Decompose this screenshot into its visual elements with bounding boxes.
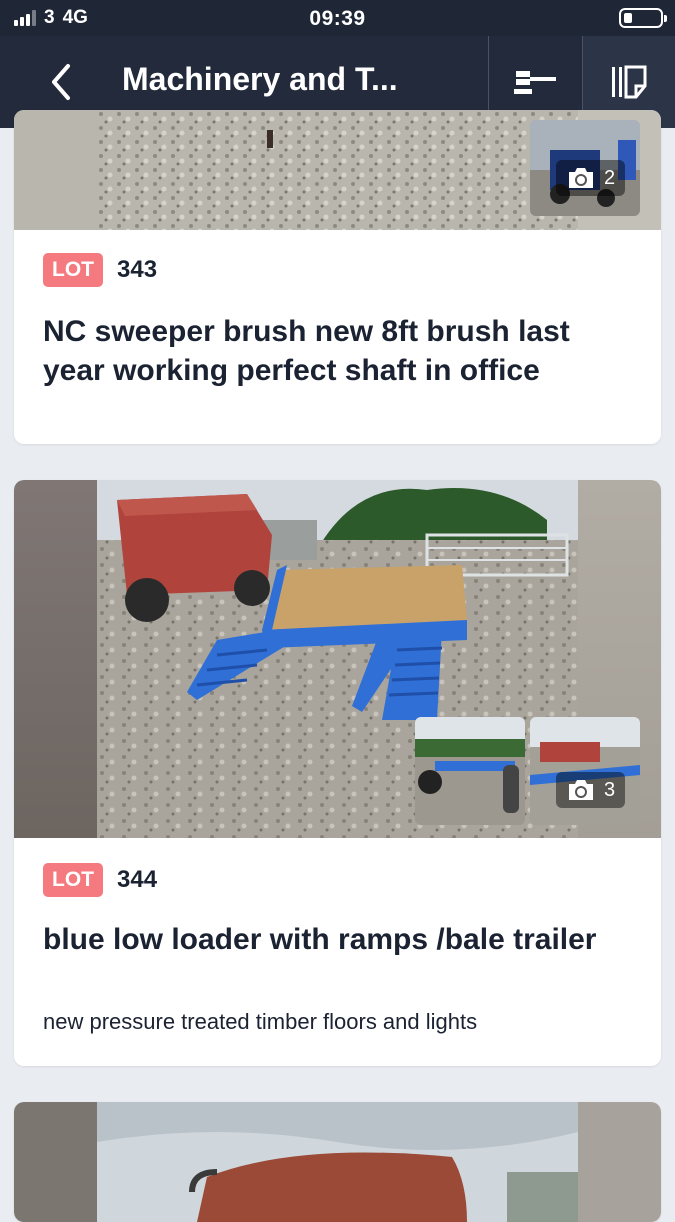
lot-number: 344 <box>117 866 158 893</box>
photo-count-badge: 2 <box>556 160 626 196</box>
photo-count-badge: 3 <box>556 772 626 808</box>
photo-count: 2 <box>604 166 616 189</box>
page-title: Machinery and T... <box>122 61 398 97</box>
status-time: 09:39 <box>309 7 366 30</box>
lot-card[interactable]: 2 LOT 343 NC sweeper brush new 8ft brush… <box>14 110 661 444</box>
status-bar: 3 4G 09:39 <box>0 0 675 36</box>
lot-badge: LOT <box>43 253 103 287</box>
camera-icon <box>569 168 593 188</box>
lot-card[interactable]: 3 LOT 344 blue low loader with ramps /ba… <box>14 480 661 1066</box>
lot-header: LOT 343 <box>43 253 157 287</box>
lot-badge: LOT <box>43 863 103 897</box>
lot-image[interactable]: 3 <box>14 480 661 838</box>
lot-photo <box>97 1102 578 1222</box>
chevron-left-icon <box>52 64 70 100</box>
battery-icon <box>619 8 667 28</box>
lot-thumbnail[interactable] <box>530 717 640 825</box>
lot-card[interactable] <box>14 1102 661 1222</box>
lot-image[interactable] <box>14 1102 661 1222</box>
lot-photo <box>97 110 578 230</box>
lot-number: 343 <box>117 256 158 283</box>
lot-image[interactable]: 2 <box>14 110 661 230</box>
camera-icon <box>569 780 593 800</box>
gavel-icon <box>513 71 556 94</box>
photo-count: 3 <box>604 778 616 801</box>
lot-thumbnail[interactable] <box>415 717 525 825</box>
catalogue-icon <box>612 65 647 99</box>
lot-title: blue low loader with ramps /bale trailer <box>43 923 597 956</box>
lot-description: new pressure treated timber floors and l… <box>43 1009 478 1034</box>
lot-header: LOT 344 <box>43 863 157 897</box>
back-button[interactable] <box>40 56 88 108</box>
lot-title: NC sweeper brush new 8ft brush last year… <box>43 315 570 387</box>
